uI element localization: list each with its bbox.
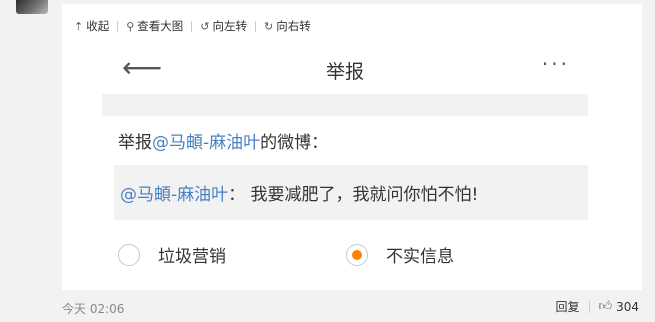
rotate-left-icon: ↺ [200, 19, 210, 33]
radio-selected [346, 243, 368, 266]
more-dots-icon: ··· [541, 52, 570, 76]
reported-user-link: @马頔-麻油叶 [152, 133, 261, 153]
report-title: 举报 [325, 61, 364, 83]
post-timestamp: 今天 02:06 [62, 302, 125, 316]
report-screenshot[interactable]: ⟵ 举报 ··· 举报@马頔-麻油叶的微博： @马頔-麻油叶： 我要减肥了，我就… [102, 44, 588, 290]
divider [588, 300, 590, 313]
radio-unselected [118, 243, 140, 266]
report-nav-bar: ⟵ 举报 ··· [102, 44, 588, 94]
magnifier-icon: ⚲ [126, 19, 135, 33]
collapse-up-arrow-icon: ⇡ [74, 19, 84, 33]
divider [117, 20, 119, 32]
divider [191, 20, 193, 32]
quoted-post-text: ： 我要减肥了，我就问你怕不怕! [228, 185, 479, 205]
reply-button[interactable]: 回复 [555, 298, 579, 315]
like-count: 304 [616, 299, 639, 314]
report-heading: 举报@马頔-麻油叶的微博： [118, 133, 329, 153]
like-button[interactable]: 👍︎ 304 [599, 299, 640, 314]
divider [255, 20, 256, 32]
rotate-left-button[interactable]: ↺ 向左转 [200, 18, 247, 34]
thumbs-up-icon: 👍︎ [598, 299, 613, 314]
post-actions: 回复 👍︎ 304 [555, 298, 639, 315]
view-large-button[interactable]: ⚲ 查看大图 [126, 18, 183, 34]
quoted-user-link: @马頔-麻油叶 [120, 185, 229, 205]
option-false-information: 不实信息 [346, 242, 454, 267]
avatar[interactable] [16, 0, 48, 14]
quoted-post: @马頔-麻油叶： 我要减肥了，我就问你怕不怕! [114, 165, 588, 220]
section-divider [102, 94, 588, 116]
post-image-card: ⇡ 收起 ⚲ 查看大图 ↺ 向左转 ↻ 向右转 ⟵ 举报 ··· 举报@马頔-麻… [62, 4, 642, 290]
collapse-button[interactable]: ⇡ 收起 [74, 18, 109, 34]
rotate-right-icon: ↻ [264, 19, 274, 33]
rotate-right-button[interactable]: ↻ 向右转 [264, 18, 311, 34]
image-toolbar: ⇡ 收起 ⚲ 查看大图 ↺ 向左转 ↻ 向右转 [74, 18, 311, 34]
option-spam-marketing: 垃圾营销 [118, 242, 226, 267]
